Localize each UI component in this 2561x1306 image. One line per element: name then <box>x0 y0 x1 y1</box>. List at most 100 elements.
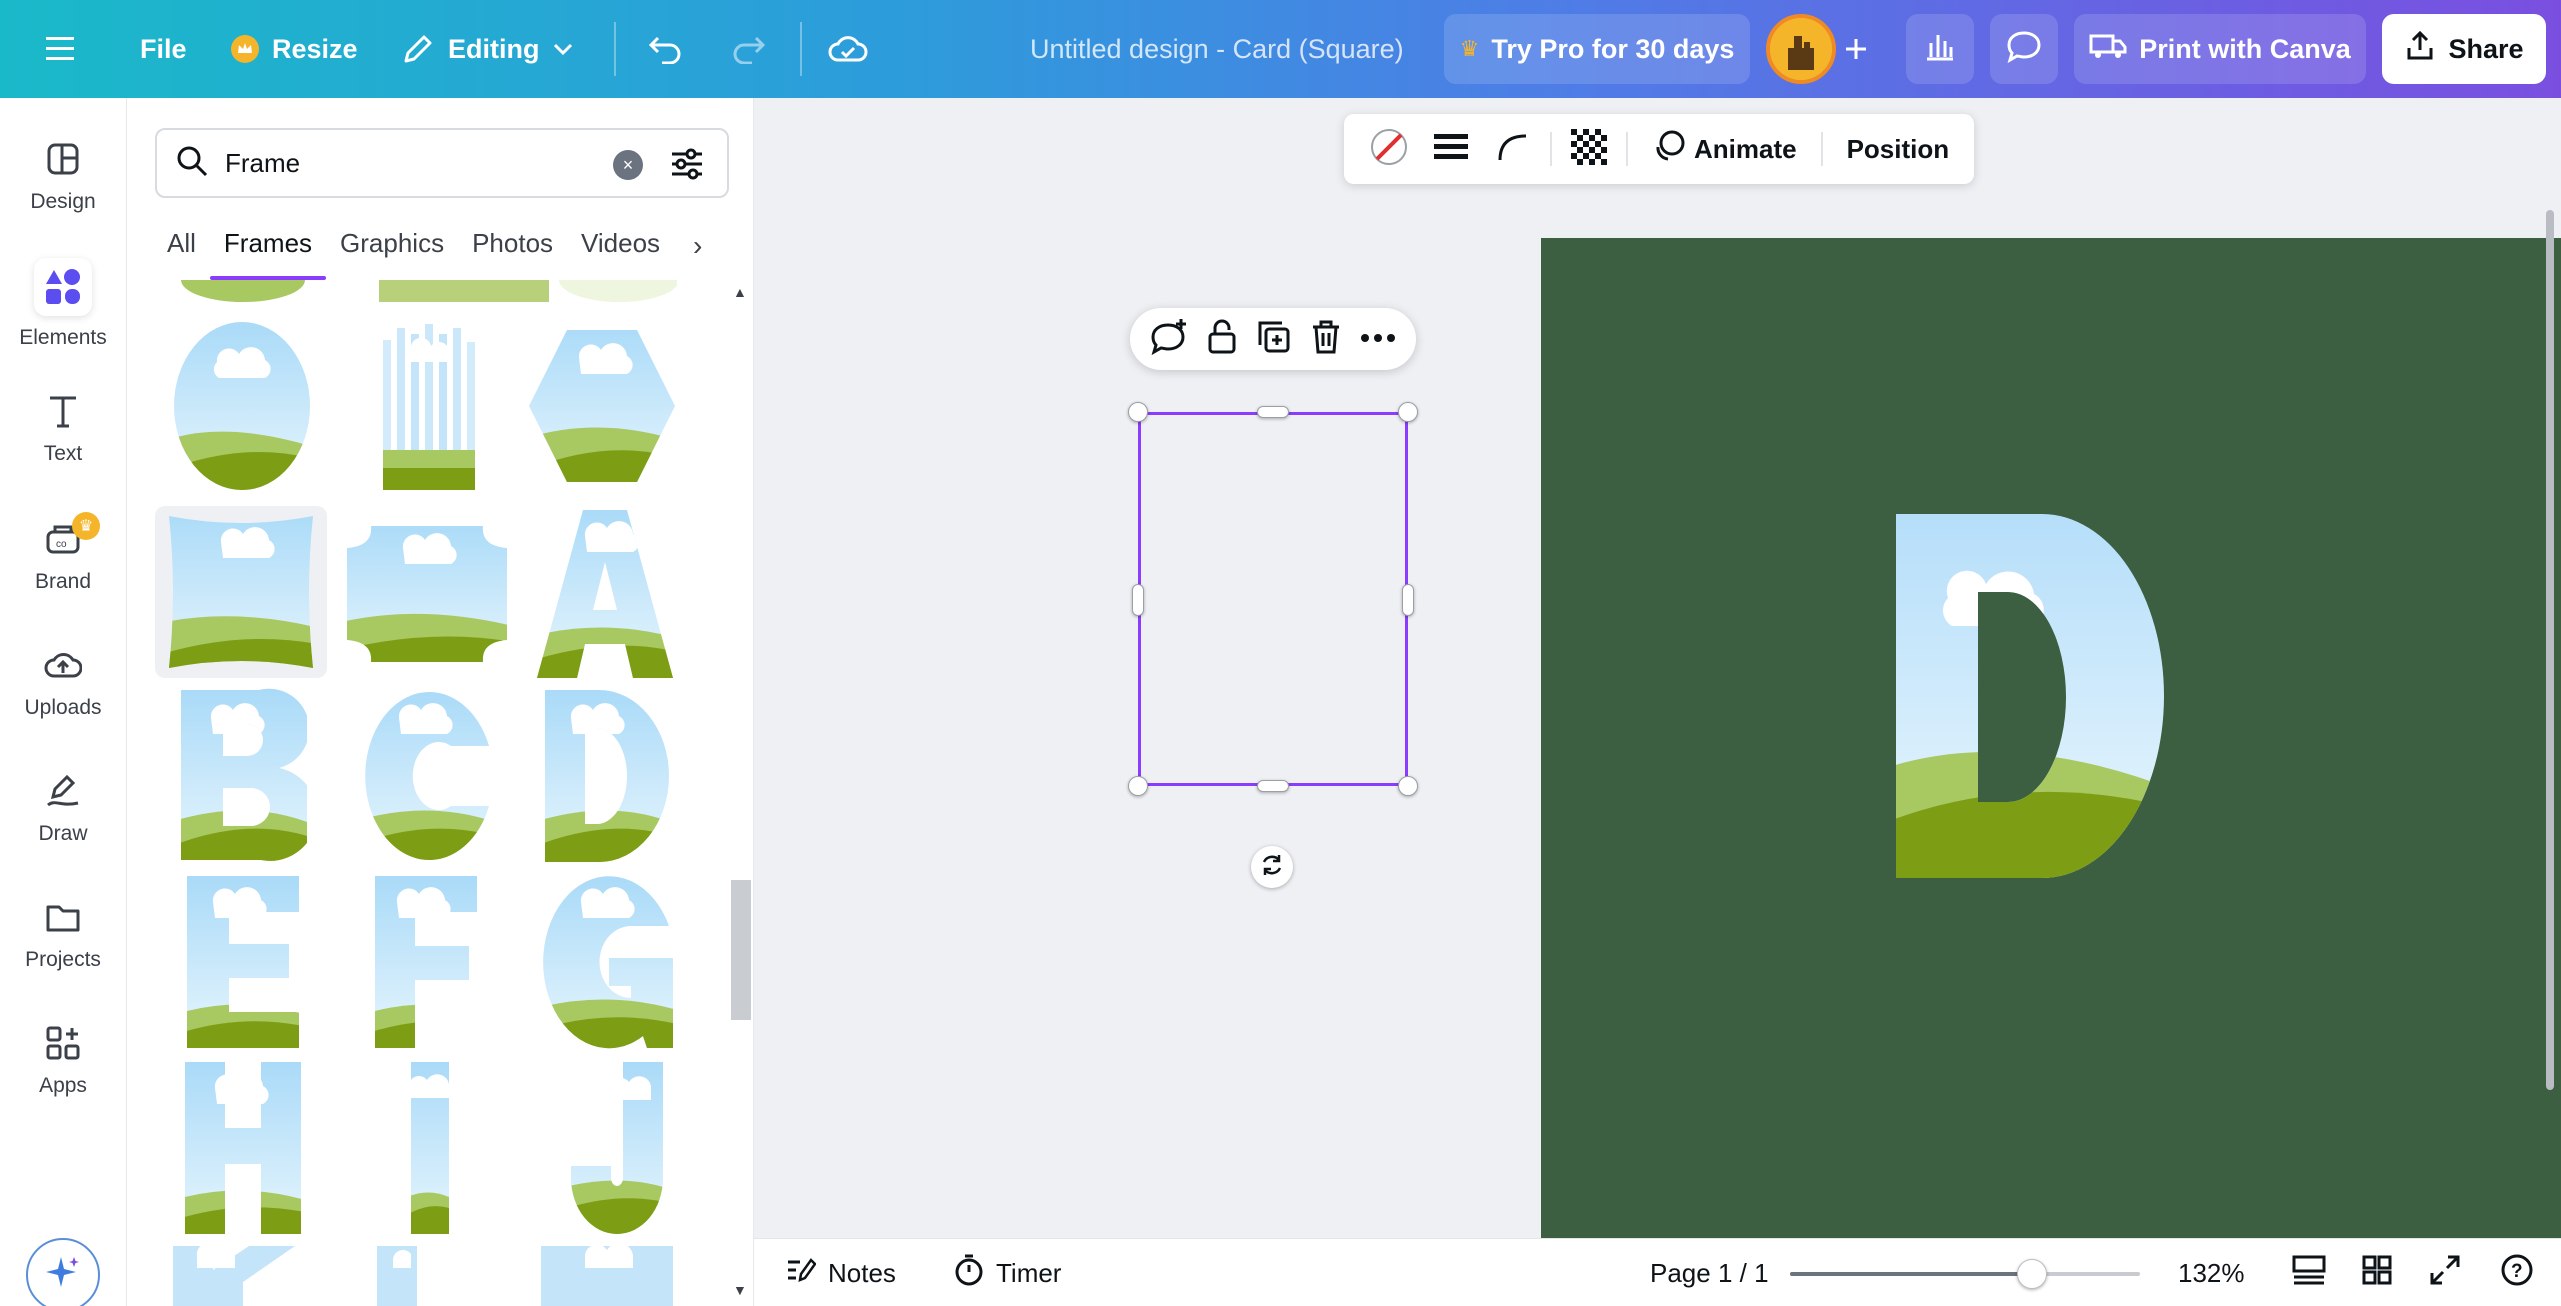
tab-photos[interactable]: Photos <box>472 228 553 280</box>
design-page[interactable] <box>1541 238 2561 1306</box>
lock-icon[interactable] <box>1207 319 1237 360</box>
file-menu[interactable]: File <box>140 0 187 98</box>
magic-assistant-button[interactable] <box>26 1238 100 1306</box>
elements-panel: × All Frames Graphics Photos Videos › <box>126 98 754 1306</box>
zoom-slider-knob[interactable] <box>2016 1259 2047 1289</box>
panel-scrollbar-thumb[interactable] <box>731 880 751 1020</box>
zoom-level[interactable]: 132% <box>2178 1239 2245 1306</box>
frame-ornate-square[interactable] <box>155 506 327 678</box>
duplicate-icon[interactable] <box>1256 319 1292 360</box>
rail-item-uploads[interactable]: Uploads <box>0 644 126 754</box>
frame-letter-a[interactable] <box>533 506 677 678</box>
frame-letter-b[interactable] <box>177 688 307 864</box>
folder-icon <box>42 896 84 938</box>
notes-button[interactable]: Notes <box>786 1239 896 1306</box>
print-with-canva-button[interactable]: Print with Canva <box>2074 14 2366 84</box>
rail-item-design[interactable]: Design <box>0 138 126 248</box>
page-indicator[interactable]: Page 1 / 1 <box>1650 1239 1769 1306</box>
fullscreen-button[interactable] <box>2430 1239 2460 1306</box>
resize-handle-bottom-left[interactable] <box>1128 776 1148 796</box>
transparency-button[interactable] <box>1558 114 1620 184</box>
share-button[interactable]: Share <box>2382 14 2546 84</box>
frames-partial-row[interactable] <box>167 280 677 310</box>
resize-handle-top-left[interactable] <box>1128 402 1148 422</box>
clear-search-icon[interactable]: × <box>613 150 643 180</box>
category-tabs: All Frames Graphics Photos Videos <box>167 228 660 280</box>
invite-button[interactable] <box>1840 0 1872 98</box>
zoom-slider[interactable] <box>1790 1259 2140 1289</box>
frame-ornate-label[interactable] <box>341 518 513 670</box>
help-button[interactable]: ? <box>2500 1239 2534 1306</box>
bar-chart-icon <box>1923 29 1957 70</box>
redo-button[interactable] <box>730 0 766 98</box>
undo-icon <box>648 34 684 64</box>
filter-sliders-icon[interactable] <box>669 146 705 187</box>
frame-letter-l[interactable] <box>373 1246 483 1306</box>
pages-view-button[interactable] <box>2292 1239 2326 1306</box>
undo-button[interactable] <box>648 0 684 98</box>
tab-frames[interactable]: Frames <box>209 228 327 280</box>
avatar[interactable] <box>1766 14 1836 84</box>
rail-item-elements[interactable]: Elements <box>0 258 126 368</box>
tab-all[interactable]: All <box>167 228 196 280</box>
resize-handle-top[interactable] <box>1257 406 1289 418</box>
grid-view-button[interactable] <box>2362 1239 2392 1306</box>
frame-letter-f[interactable] <box>371 874 481 1050</box>
comments-button[interactable] <box>1990 14 2058 84</box>
frame-oval[interactable] <box>167 320 317 492</box>
frame-letter-e[interactable] <box>183 874 303 1050</box>
rail-label: Apps <box>39 1074 87 1097</box>
document-title[interactable]: Untitled design - Card (Square) <box>1030 0 1404 98</box>
resize-handle-left[interactable] <box>1132 584 1144 616</box>
tabs-scroll-right-icon[interactable]: › <box>693 230 702 262</box>
insights-button[interactable] <box>1906 14 1974 84</box>
tab-videos[interactable]: Videos <box>581 228 660 280</box>
cloud-save-button[interactable] <box>828 0 868 98</box>
resize-handle-bottom-right[interactable] <box>1398 776 1418 796</box>
crown-badge-icon: ♛ <box>72 512 100 540</box>
frame-letter-h[interactable] <box>181 1060 305 1236</box>
try-pro-button[interactable]: ♛ Try Pro for 30 days <box>1444 14 1750 84</box>
rail-item-brand[interactable]: co ♛ Brand <box>0 512 126 628</box>
rail-item-apps[interactable]: Apps <box>0 1022 126 1132</box>
animate-button[interactable]: Animate <box>1634 129 1815 170</box>
border-color-button[interactable] <box>1358 114 1420 184</box>
frame-letter-k[interactable] <box>169 1246 299 1306</box>
trash-icon[interactable] <box>1311 319 1341 360</box>
corner-rounding-button[interactable] <box>1482 114 1544 184</box>
editing-mode-dropdown[interactable]: Editing <box>400 0 575 98</box>
timer-button[interactable]: Timer <box>954 1239 1061 1306</box>
frame-letter-d[interactable] <box>541 688 671 864</box>
page-indicator-label: Page 1 / 1 <box>1650 1257 1769 1288</box>
panel-scroll-down-icon[interactable]: ▼ <box>733 1282 747 1298</box>
crown-icon <box>230 34 260 64</box>
search-input[interactable] <box>225 147 605 179</box>
rail-item-draw[interactable]: Draw <box>0 770 126 880</box>
bottom-bar: Notes Timer Page 1 / 1 132% ? <box>754 1238 2561 1306</box>
position-button[interactable]: Position <box>1829 134 1968 165</box>
resize-button[interactable]: Resize <box>230 0 358 98</box>
menu-button[interactable] <box>46 0 78 98</box>
resize-handle-top-right[interactable] <box>1398 402 1418 422</box>
add-comment-icon[interactable] <box>1150 318 1188 360</box>
frame-letter-c[interactable] <box>359 688 495 864</box>
frame-stripes[interactable] <box>375 320 485 492</box>
canvas-scrollbar[interactable] <box>2546 210 2554 1090</box>
frame-letter-i[interactable] <box>405 1060 455 1236</box>
resize-handle-bottom[interactable] <box>1257 780 1289 792</box>
rail-item-text[interactable]: Text <box>0 390 126 500</box>
border-style-button[interactable] <box>1420 114 1482 184</box>
frame-hexagon[interactable] <box>527 320 677 492</box>
rail-item-projects[interactable]: Projects <box>0 896 126 1006</box>
frame-letter-m[interactable] <box>537 1246 677 1306</box>
selected-frame-letter-d[interactable] <box>1892 510 2164 882</box>
zoom-label: 132% <box>2178 1257 2245 1288</box>
resize-handle-right[interactable] <box>1402 584 1414 616</box>
tab-graphics[interactable]: Graphics <box>340 228 444 280</box>
panel-scroll-up-icon[interactable]: ▲ <box>733 284 747 300</box>
frame-letter-j[interactable] <box>561 1060 673 1236</box>
more-options-icon[interactable] <box>1360 330 1396 348</box>
sparkle-icon <box>43 1253 83 1298</box>
rotate-handle[interactable] <box>1251 846 1293 888</box>
frame-letter-g[interactable] <box>537 874 677 1050</box>
